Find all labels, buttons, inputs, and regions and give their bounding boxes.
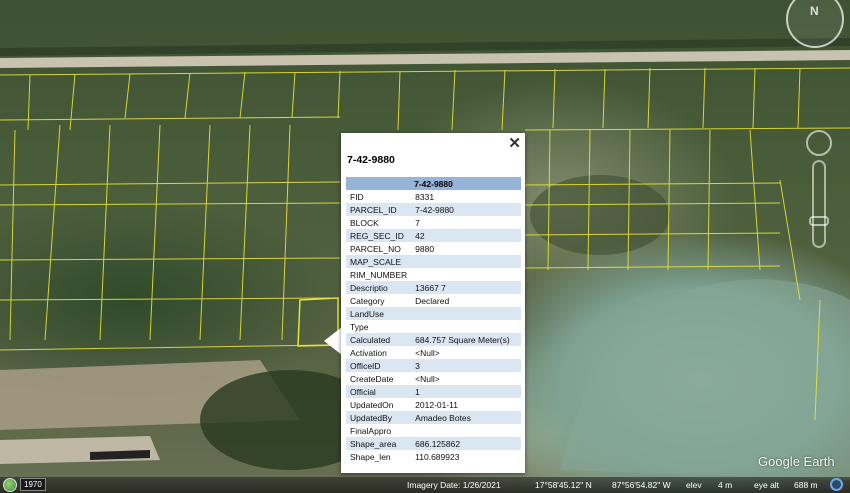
attribute-key: OfficeID [346,359,412,372]
attribute-key: FID [350,191,364,202]
attribute-key: Shape_area [346,437,412,450]
zoom-slider-handle[interactable] [809,216,829,226]
attribute-row: MAP_SCALE [346,255,521,268]
attribute-value: 13667 7 [411,281,521,294]
attribute-row: UpdatedBy Amadeo Botes [346,411,521,424]
attribute-value: Amadeo Botes [411,411,521,424]
parcel-info-popup: ✕ 7-42-9880 7-42-9880 FID 8331 PARCEL_ID 7-… [341,133,525,473]
zoom-slider[interactable] [812,160,826,248]
eye-altitude-label: eye alt [754,480,780,490]
latitude-readout: 17°58'45.12" N [535,480,592,490]
attribute-value: 8331 [415,191,435,202]
compass-north-label: N [810,4,819,18]
longitude-readout: 87°56'54.82" W [612,480,671,490]
attribute-value: 1 [411,385,521,398]
historical-imagery-icon[interactable] [3,478,17,492]
attribute-value: 2012-01-11 [415,399,459,410]
attribute-key: Official [346,385,412,398]
attribute-key: PARCEL_ID [346,203,412,216]
attribute-row: Shape_len 110.689923 [346,450,521,463]
attribute-row: Calculated 684.757 Square Meter(s) [346,333,521,346]
attribute-value: 3 [411,359,521,372]
attribute-key: RIM_NUMBER [350,269,408,280]
attribute-value: 9880 [415,243,435,254]
attribute-row: CreateDate <Null> [346,372,521,385]
attribute-row: OfficeID 3 [346,359,521,372]
attribute-value [411,424,521,437]
attribute-key: UpdatedBy [346,411,412,424]
elevation-label: elev [686,480,702,490]
attribute-value: 7-42-9880 [411,203,521,216]
attribute-key: MAP_SCALE [346,255,412,268]
attribute-key: Category [350,295,385,306]
attribute-value: 42 [411,229,521,242]
attribute-row: Descriptio 13667 7 [346,281,521,294]
attribute-value [411,307,521,320]
attribute-key: FinalAppro [350,425,392,436]
attribute-value: 7 [415,217,420,228]
attribute-key: Shape_len [350,451,391,462]
year-badge[interactable]: 1970 [20,478,46,491]
attribute-table: 7-42-9880 FID 8331 PARCEL_ID 7-42-9880 BLOCK… [346,177,521,463]
elevation-value: 4 m [718,480,733,490]
attribute-row: RIM_NUMBER [346,268,521,281]
attribute-value: Declared [415,295,450,306]
close-icon[interactable]: ✕ [508,136,521,151]
look-joystick[interactable] [806,130,832,156]
attribute-key: Calculated [346,333,412,346]
imagery-date: Imagery Date: 1/26/2021 [407,480,501,490]
attribute-value: 110.689923 [415,451,460,462]
attribute-key: Descriptio [346,281,412,294]
attribute-value: <Null> [415,373,440,384]
attribute-row: Category Declared [346,294,521,307]
popup-title: 7-42-9880 [347,154,395,166]
attribute-table-header: 7-42-9880 [346,177,521,190]
status-bar: 1970 Imagery Date: 1/26/2021 17°58'45.12… [0,477,850,493]
attribute-value: <Null> [415,347,440,358]
attribute-key: UpdatedOn [350,399,394,410]
attribute-row: PARCEL_NO 9880 [346,242,521,255]
eye-altitude-value: 688 m [794,480,818,490]
attribute-row: REG_SEC_ID 42 [346,229,521,242]
attribute-row: Activation <Null> [346,346,521,359]
popup-tail [324,327,342,355]
attribute-row: LandUse [346,307,521,320]
attribute-key: BLOCK [350,217,379,228]
attribute-row: FinalAppro [346,424,521,437]
google-earth-watermark: Google Earth [758,454,835,469]
attribute-row: UpdatedOn 2012-01-11 [346,398,521,411]
attribute-key: CreateDate [350,373,394,384]
attribute-value: 684.757 Square Meter(s) [411,333,521,346]
attribute-row: Shape_area 686.125862 [346,437,521,450]
attribute-row: Official 1 [346,385,521,398]
attribute-value [411,320,521,333]
attribute-value [411,268,521,281]
attribute-row: FID 8331 [346,190,521,203]
attribute-key: REG_SEC_ID [346,229,412,242]
streaming-status-icon [830,478,843,491]
attribute-key: LandUse [346,307,412,320]
attribute-value: 686.125862 [411,437,521,450]
attribute-value [411,255,521,268]
attribute-key: Activation [350,347,387,358]
attribute-key: Type [350,321,369,332]
attribute-row: PARCEL_ID 7-42-9880 [346,203,521,216]
attribute-row: BLOCK 7 [346,216,521,229]
attribute-key: PARCEL_NO [350,243,401,254]
attribute-row: Type [346,320,521,333]
